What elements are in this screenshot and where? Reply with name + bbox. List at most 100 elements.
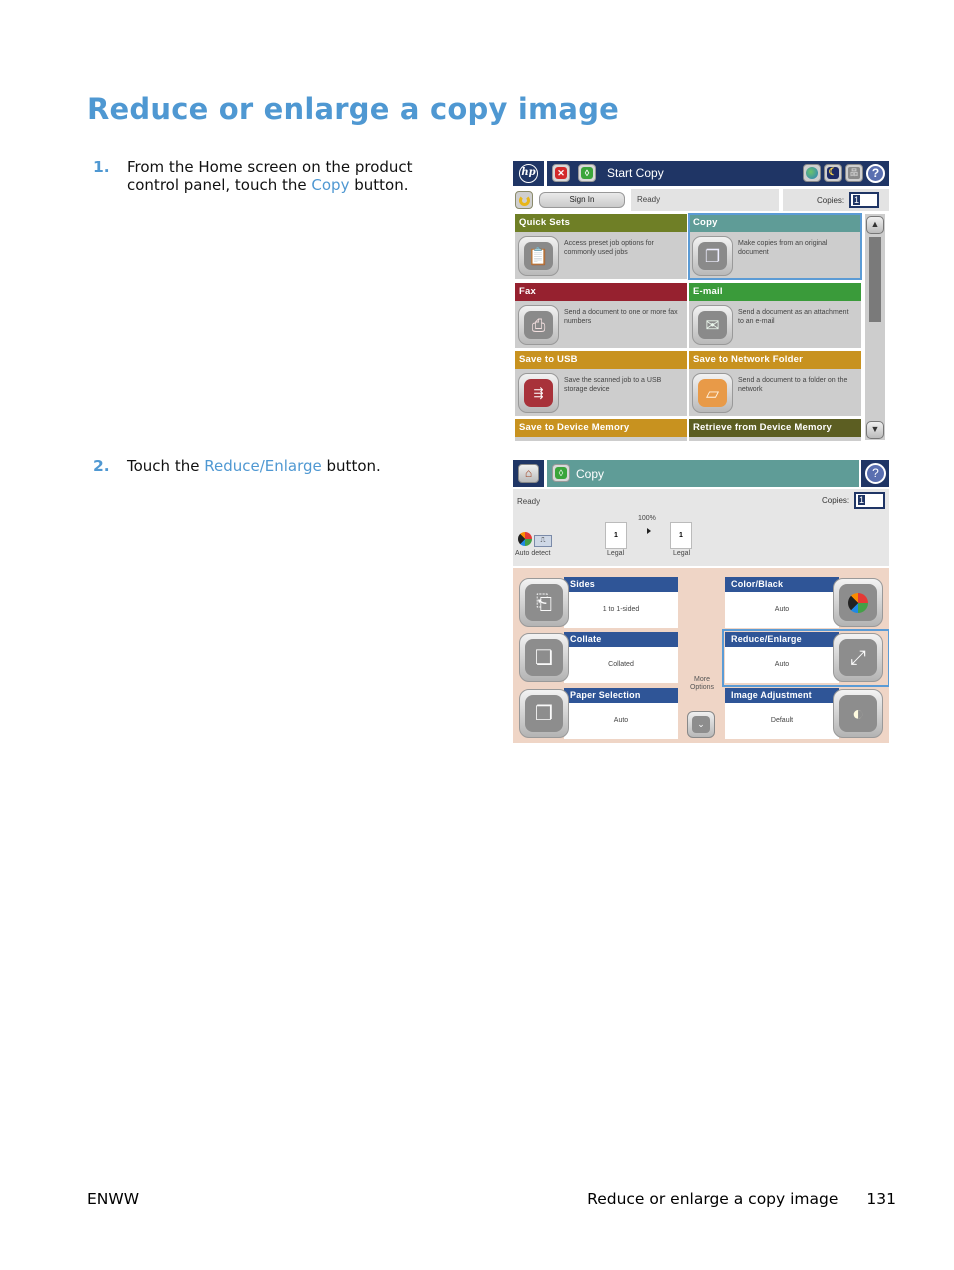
scroll-thumb[interactable] bbox=[869, 237, 881, 322]
sign-in-button[interactable]: Sign In bbox=[539, 192, 625, 208]
tile-title: Save to Network Folder bbox=[689, 351, 861, 369]
usb-icon: ⇶ bbox=[518, 373, 559, 413]
sides-icon: ⎗ bbox=[519, 578, 569, 627]
tile-title: Save to Device Memory bbox=[515, 419, 687, 437]
title-bar: ✕ ◊ Start Copy ☾ 品 ? bbox=[547, 161, 889, 186]
option-title: Collate bbox=[564, 632, 678, 647]
copy-link[interactable]: Copy bbox=[311, 176, 349, 194]
auto-detect-label: Auto detect bbox=[515, 550, 551, 557]
paper-selection-option[interactable]: Paper Selection Auto ❐ bbox=[516, 688, 678, 740]
step-text: From the Home screen on the product cont… bbox=[127, 158, 457, 194]
start-button[interactable]: ◊ bbox=[578, 164, 596, 182]
option-value: Auto bbox=[725, 647, 839, 683]
help-icon: ? bbox=[872, 466, 879, 480]
stop-button[interactable]: ✕ bbox=[552, 164, 570, 182]
option-title: Reduce/Enlarge bbox=[725, 632, 839, 647]
start-icon: ◊ bbox=[581, 167, 593, 179]
option-value: Default bbox=[725, 703, 839, 739]
scrollbar[interactable]: ▲ ▼ bbox=[865, 214, 885, 440]
sleep-button[interactable]: ☾ bbox=[824, 164, 842, 182]
step-number: 2. bbox=[93, 457, 110, 475]
moon-icon: ☾ bbox=[827, 167, 839, 179]
output-page-thumbnail: 1 bbox=[670, 522, 692, 549]
option-value: Auto bbox=[725, 592, 839, 628]
scroll-up-button[interactable]: ▲ bbox=[866, 216, 884, 234]
option-title: Paper Selection bbox=[564, 688, 678, 703]
status-bar: Sign In Ready Copies: 1 bbox=[513, 189, 889, 211]
tile-title: Copy bbox=[689, 214, 861, 232]
tile-title: Save to USB bbox=[515, 351, 687, 369]
copies-value: 1 bbox=[858, 495, 866, 505]
help-button[interactable]: ? bbox=[866, 164, 885, 183]
folder-icon: ▱ bbox=[692, 373, 733, 413]
option-value: Auto bbox=[564, 703, 678, 739]
start-copy-button[interactable]: ◊ bbox=[552, 464, 570, 482]
footer-section-title: Reduce or enlarge a copy image bbox=[587, 1190, 839, 1208]
image-adjust-icon: ◐ bbox=[833, 689, 883, 738]
option-value: 1 to 1-sided bbox=[564, 592, 678, 628]
home-button[interactable]: ⌂ bbox=[518, 464, 539, 483]
reduce-enlarge-icon: ⤢ bbox=[833, 633, 883, 682]
copies-label: Copies: bbox=[817, 196, 845, 205]
network-icon: 品 bbox=[848, 167, 860, 179]
copies-input[interactable]: 1 bbox=[854, 492, 885, 509]
retrieve-from-device-memory-tile[interactable]: Retrieve from Device Memory bbox=[689, 419, 861, 441]
save-to-device-memory-tile[interactable]: Save to Device Memory bbox=[515, 419, 687, 441]
quick-sets-tile[interactable]: Quick Sets 📋 Access preset job options f… bbox=[515, 214, 687, 279]
copies-input[interactable]: 1 bbox=[849, 192, 879, 208]
sides-option[interactable]: Sides 1 to 1-sided ⎗ bbox=[516, 577, 678, 629]
color-mode-icon bbox=[518, 532, 532, 546]
step-number: 1. bbox=[93, 158, 110, 176]
collate-icon: ❏ bbox=[519, 633, 569, 682]
option-value: Collated bbox=[564, 647, 678, 683]
orientation-icon: ⎍ bbox=[534, 535, 552, 547]
save-to-usb-tile[interactable]: Save to USB ⇶ Save the scanned job to a … bbox=[515, 351, 687, 416]
email-tile[interactable]: E-mail ✉ Send a document as an attachmen… bbox=[689, 283, 861, 348]
page-number: 131 bbox=[866, 1190, 896, 1208]
copy-title-bar: ◊ Copy bbox=[547, 460, 859, 487]
tile-description: Make copies from an original document bbox=[738, 240, 828, 256]
reduce-enlarge-option[interactable]: Reduce/Enlarge Auto ⤢ bbox=[722, 629, 889, 687]
fax-tile[interactable]: Fax ⎙ Send a document to one or more fax… bbox=[515, 283, 687, 348]
more-options-label: More Options bbox=[689, 676, 715, 691]
copy-screen-screenshot: ⌂ ◊ Copy ? Ready Copies: 1 ⎍ Auto detect… bbox=[513, 460, 889, 743]
footer-right: Reduce or enlarge a copy image 131 bbox=[587, 1190, 896, 1208]
refresh-icon bbox=[518, 194, 530, 206]
tile-description: Send a document as an attachment to an e… bbox=[738, 309, 849, 325]
image-adjustment-option[interactable]: Image Adjustment Default ◐ bbox=[725, 688, 887, 740]
copy-icon: ❐ bbox=[692, 236, 733, 276]
chevron-down-icon: ▼ bbox=[870, 424, 880, 434]
fax-icon: ⎙ bbox=[518, 305, 559, 345]
copy-tile[interactable]: Copy ❐ Make copies from an original docu… bbox=[688, 213, 862, 280]
footer-left: ENWW bbox=[87, 1190, 140, 1208]
help-button[interactable]: ? bbox=[865, 463, 886, 484]
network-button[interactable]: 品 bbox=[845, 164, 863, 182]
tile-description: Save the scanned job to a USB storage de… bbox=[564, 377, 662, 393]
color-black-option[interactable]: Color/Black Auto bbox=[725, 577, 887, 629]
hp-logo: hp bbox=[513, 161, 544, 186]
scroll-down-button[interactable]: ▼ bbox=[866, 421, 884, 439]
tile-title: E-mail bbox=[689, 283, 861, 301]
more-options-button[interactable]: ⌄ bbox=[687, 711, 715, 738]
tile-description: Access preset job options for commonly u… bbox=[564, 240, 654, 256]
copies-label: Copies: bbox=[822, 496, 850, 505]
output-size-label: Legal bbox=[673, 550, 691, 557]
help-icon: ? bbox=[871, 166, 880, 180]
copy-preview-area: Ready Copies: 1 ⎍ Auto detect 1 100% 1 L… bbox=[513, 489, 889, 566]
step-text-after: button. bbox=[321, 457, 381, 475]
screen-title: Copy bbox=[576, 467, 605, 481]
option-title: Image Adjustment bbox=[725, 688, 839, 703]
copies-area: Copies: 1 bbox=[783, 189, 889, 211]
reduce-enlarge-link[interactable]: Reduce/Enlarge bbox=[204, 457, 322, 475]
language-button[interactable] bbox=[803, 164, 821, 182]
tile-description: Send a document to a folder on the netwo… bbox=[738, 377, 848, 393]
save-to-network-folder-tile[interactable]: Save to Network Folder ▱ Send a document… bbox=[689, 351, 861, 416]
page-title: Reduce or enlarge a copy image bbox=[87, 92, 620, 126]
original-page-thumbnail: 1 bbox=[605, 522, 627, 549]
step-text-after: button. bbox=[349, 176, 409, 194]
hp-logo-text: hp bbox=[519, 164, 538, 183]
reset-button[interactable] bbox=[515, 191, 533, 209]
collate-option[interactable]: Collate Collated ❏ bbox=[516, 632, 678, 684]
option-title: Color/Black bbox=[725, 577, 839, 592]
zoom-percent: 100% bbox=[638, 515, 656, 522]
